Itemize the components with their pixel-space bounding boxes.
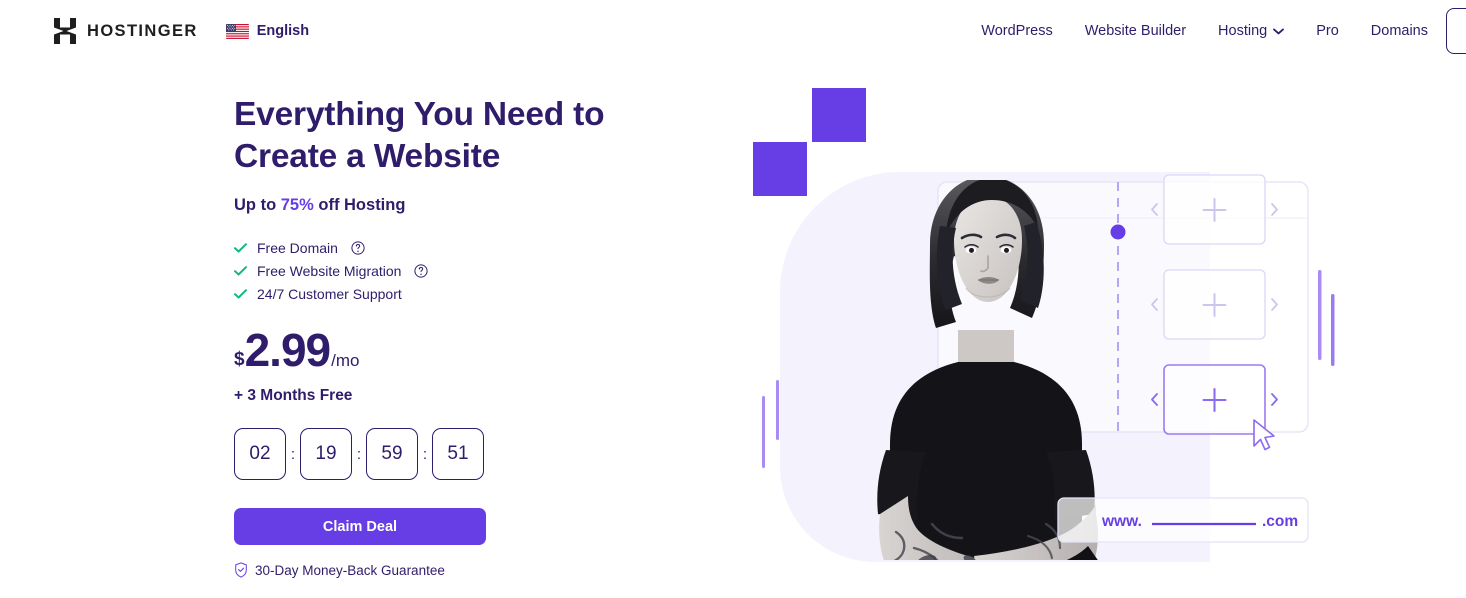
claim-deal-button[interactable]: Claim Deal: [234, 508, 486, 546]
nav-item-domains[interactable]: Domains: [1355, 15, 1444, 47]
domain-input-field[interactable]: www. .com: [1057, 497, 1309, 543]
nav-item-label: Website Builder: [1084, 23, 1187, 39]
nav-item-wordpress[interactable]: WordPress: [965, 15, 1068, 47]
countdown-timer: 02 : 19 : 59 : 51: [234, 428, 664, 481]
list-item[interactable]: [1151, 174, 1278, 245]
subhead-prefix: Up to: [234, 196, 281, 215]
subhead-suffix: off Hosting: [313, 196, 406, 215]
check-icon: [234, 289, 247, 299]
discount-percent: 75%: [280, 196, 314, 215]
nav-item-hosting[interactable]: Hosting: [1202, 15, 1300, 47]
edge-clipped-button[interactable]: [1446, 8, 1466, 54]
brand-name: HOSTINGER: [87, 21, 198, 40]
language-label: English: [256, 23, 310, 39]
page-title: Everything You Need to Create a Website: [234, 94, 664, 178]
nav-item-pro[interactable]: Pro: [1300, 15, 1355, 47]
hero-illustration: www. .com: [700, 62, 1400, 582]
drag-handle-dot-icon[interactable]: [1110, 224, 1126, 240]
check-icon: [234, 243, 247, 253]
countdown-separator: :: [356, 445, 362, 463]
list-item[interactable]: [1151, 269, 1278, 340]
price-currency: $: [234, 349, 245, 371]
countdown-separator: :: [422, 445, 428, 463]
nav-item-label: Hosting: [1218, 23, 1268, 39]
domain-suffix: .com: [1262, 513, 1298, 530]
feature-list: Free Domain Free Website Migration 24/7 …: [234, 240, 664, 302]
nav-item-label: Pro: [1316, 23, 1339, 39]
shield-check-icon: [235, 562, 247, 579]
decor-line: [1331, 294, 1335, 366]
domain-prefix: www.: [1101, 513, 1142, 530]
question-mark-circle-icon[interactable]: [414, 264, 429, 279]
language-switcher[interactable]: English: [225, 23, 310, 39]
nav-item-website-builder[interactable]: Website Builder: [1069, 15, 1202, 47]
list-item: 24/7 Customer Support: [234, 286, 664, 302]
headline-line-1: Everything You Need to: [234, 96, 605, 133]
feature-label: Free Domain: [257, 240, 338, 257]
headline-line-2: Create a Website: [234, 138, 501, 176]
countdown-separator: :: [290, 445, 296, 463]
panel-group: [1151, 174, 1278, 435]
bonus-offer: + 3 Months Free: [234, 387, 353, 405]
brand-logo[interactable]: HOSTINGER: [54, 18, 198, 44]
chevron-down-icon: [1273, 28, 1285, 34]
price-amount: 2.99: [244, 324, 332, 377]
feature-label: 24/7 Customer Support: [257, 286, 402, 303]
hero-subheadline: Up to 75% off Hosting: [234, 196, 664, 215]
countdown-unit-minutes: 59: [366, 428, 418, 481]
hero-copy: Everything You Need to Create a Website …: [234, 94, 664, 579]
us-flag-icon: [225, 23, 249, 39]
main-navigation: WordPress Website Builder Hosting Pro Do…: [965, 15, 1466, 47]
check-icon: [234, 266, 247, 276]
nav-item-label: WordPress: [981, 23, 1053, 39]
price-period: /mo: [331, 351, 360, 371]
nav-item-label: Domains: [1370, 23, 1428, 39]
feature-label: Free Website Migration: [257, 263, 402, 280]
list-item: Free Domain: [234, 240, 664, 256]
decor-square: [753, 142, 807, 196]
countdown-unit-days: 02: [234, 428, 286, 481]
decor-square: [812, 88, 866, 142]
site-header: HOSTINGER English WordPress Website Buil…: [0, 0, 1466, 62]
decor-line: [1318, 270, 1322, 360]
decor-line: [776, 380, 779, 440]
money-back-guarantee: 30-Day Money-Back Guarantee: [234, 562, 664, 579]
hero-section: Everything You Need to Create a Website …: [0, 62, 1466, 598]
decor-line: [762, 396, 765, 468]
question-mark-circle-icon[interactable]: [351, 241, 365, 256]
list-item: Free Website Migration: [234, 263, 664, 279]
countdown-unit-seconds: 51: [432, 428, 484, 481]
countdown-unit-hours: 19: [300, 428, 352, 481]
hostinger-h-logo-icon: [54, 18, 76, 44]
price-display: $ 2.99 /mo: [234, 327, 664, 373]
guarantee-label: 30-Day Money-Back Guarantee: [255, 562, 445, 578]
